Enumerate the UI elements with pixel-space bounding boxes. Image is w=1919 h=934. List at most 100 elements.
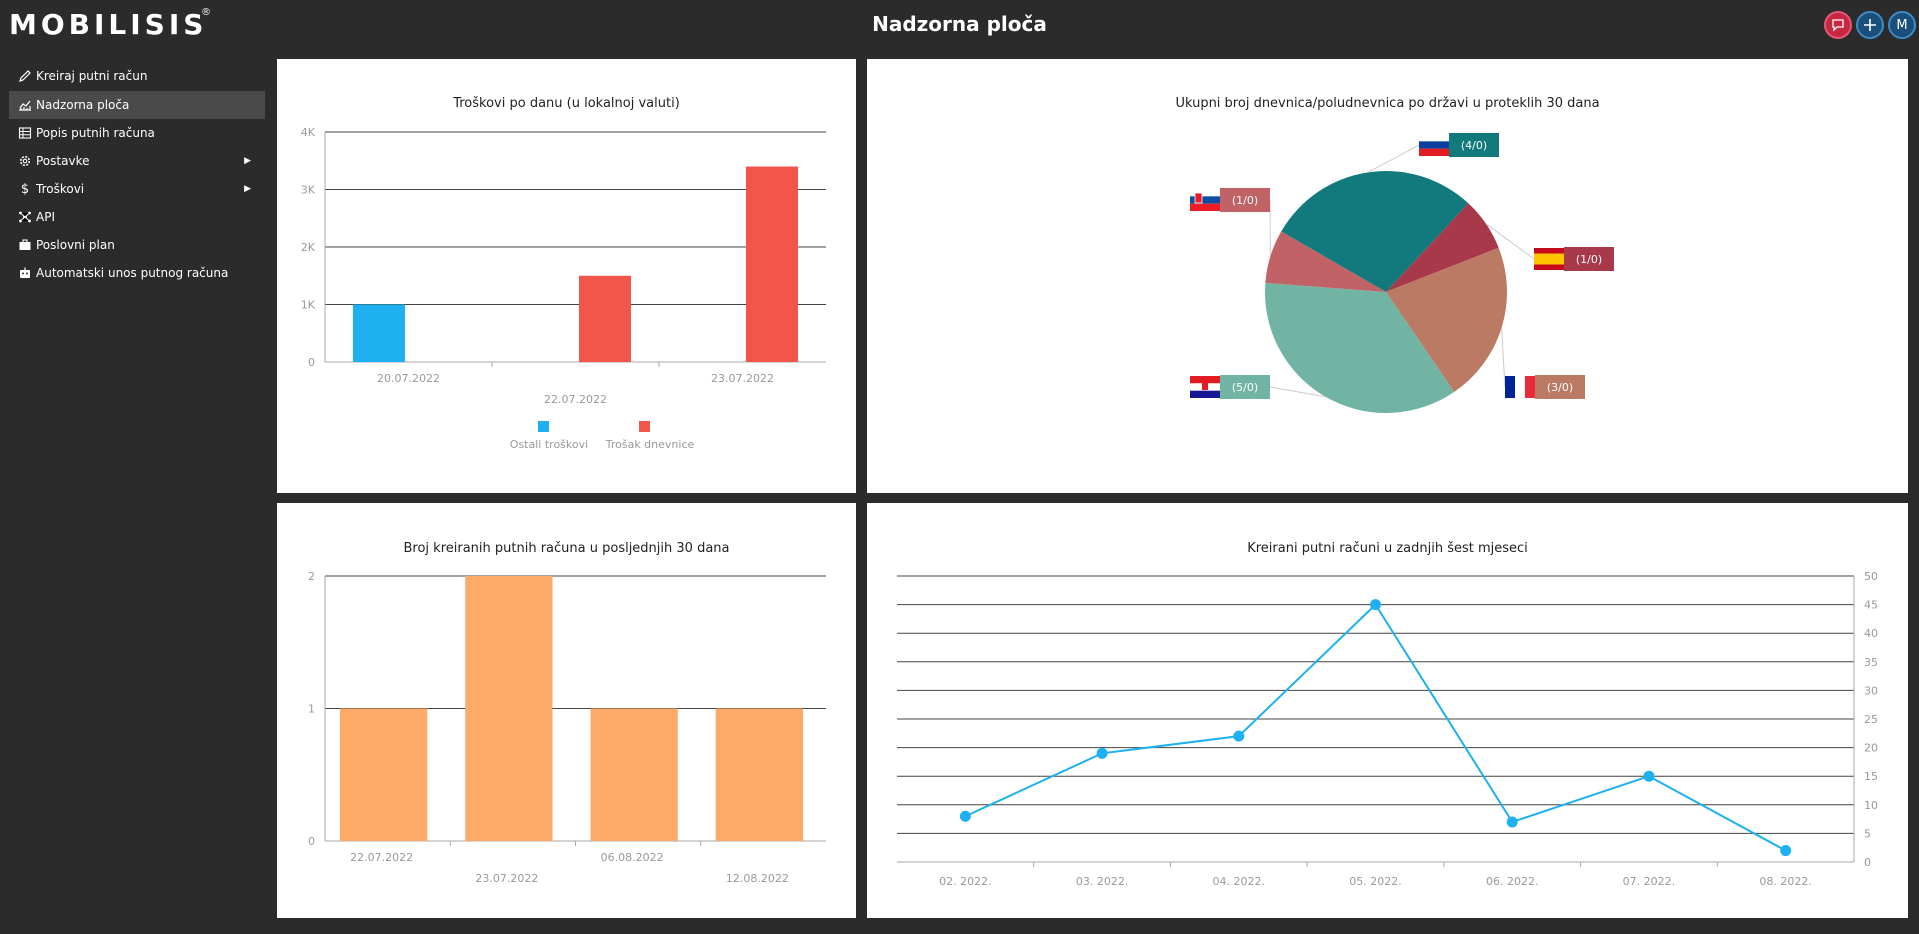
flag-croatia-icon [1202, 382, 1208, 390]
flag-slovenia-icon [1419, 141, 1449, 149]
flag-spain-icon [1534, 253, 1564, 265]
flag-slovakia-icon [1190, 196, 1220, 204]
x-tick-label: 03. 2022. [1076, 875, 1128, 888]
user-avatar-button[interactable]: M [1888, 11, 1916, 39]
x-tick-label: 06. 2022. [1486, 875, 1538, 888]
chevron-right-icon: ▶ [244, 156, 251, 166]
flag-france-icon [1505, 376, 1515, 398]
sidebar-item-label: Troškovi [36, 182, 85, 196]
y-tick-label: 25 [1864, 713, 1878, 726]
bar [579, 275, 631, 362]
bar [590, 708, 678, 841]
sidebar: Kreiraj putni račun Nadzorna ploča Popis… [0, 49, 265, 934]
x-tick-label: 02. 2022. [939, 875, 991, 888]
x-tick-label: 05. 2022. [1349, 875, 1401, 888]
sidebar-item-label: Poslovni plan [36, 238, 115, 252]
plus-icon [1864, 19, 1876, 31]
flag-croatia-icon [1190, 390, 1220, 398]
y-tick-label: 2 [308, 570, 315, 583]
created-orders-6-months-panel: Kreirani putni računi u zadnjih šest mje… [867, 503, 1908, 918]
pie-label: (1/0) [1576, 253, 1602, 266]
x-tick-label: 23.07.2022 [475, 872, 538, 885]
briefcase-icon [16, 238, 34, 252]
bar [340, 708, 428, 841]
y-tick-label: 35 [1864, 656, 1878, 669]
x-tick-label: 12.08.2022 [726, 872, 789, 885]
line-series [964, 603, 1787, 852]
y-tick-label: 50 [1864, 570, 1878, 583]
y-tick-label: 20 [1864, 742, 1878, 755]
pie-label: (4/0) [1461, 139, 1487, 152]
add-button[interactable] [1856, 11, 1884, 39]
sidebar-item-label: Popis putnih računa [36, 126, 155, 140]
sidebar-item-postavke[interactable]: Postavke ▶ [9, 147, 265, 175]
per-diems-pie-chart: (4/0) (1/0) (3/0) (5/0) (1/0) [1190, 133, 1614, 413]
x-tick-label: 06.08.2022 [601, 851, 664, 864]
gear-icon [16, 154, 34, 168]
y-tick-label: 10 [1864, 799, 1878, 812]
y-tick-label: 45 [1864, 599, 1878, 612]
sidebar-item-poslovni-plan[interactable]: Poslovni plan [9, 231, 265, 259]
bar [715, 708, 803, 841]
line-point [1780, 845, 1792, 857]
flag-slovenia-icon [1419, 148, 1449, 156]
flag-france-icon [1515, 376, 1525, 398]
page-title: Nadzorna ploča [872, 12, 1047, 36]
line-point [1233, 730, 1245, 742]
sidebar-item-label: Nadzorna ploča [36, 98, 130, 112]
sidebar-item-nadzorna[interactable]: Nadzorna ploča [9, 91, 265, 119]
legend-swatch [538, 421, 549, 432]
pie-label: (1/0) [1232, 194, 1258, 207]
sidebar-item-popis[interactable]: Popis putnih računa [9, 119, 265, 147]
y-tick-label: 0 [1864, 856, 1871, 869]
x-tick-label: 08. 2022. [1759, 875, 1811, 888]
chart-icon [16, 98, 34, 112]
created-orders-line-chart: 0 5 10 15 20 25 30 35 40 45 50 02. 2022. 03. 2022. 04… [897, 570, 1878, 888]
y-tick-label: 5 [1864, 827, 1871, 840]
pencil-icon [16, 69, 34, 83]
top-bar: MOBILISIS ® Nadzorna ploča M [0, 0, 1919, 49]
pie-label: (5/0) [1232, 381, 1258, 394]
x-tick-label: 04. 2022. [1213, 875, 1265, 888]
sidebar-item-label: Kreiraj putni račun [36, 69, 148, 83]
sidebar-item-kreiraj[interactable]: Kreiraj putni račun [9, 62, 265, 90]
flag-slovakia-icon [1190, 203, 1220, 211]
x-tick-label: 22.07.2022 [544, 393, 607, 406]
y-tick-label: 4K [301, 126, 316, 139]
flag-slovenia-icon [1419, 134, 1449, 142]
legend-swatch [639, 421, 650, 432]
y-tick-label: 30 [1864, 684, 1878, 697]
y-tick-label: 2K [301, 241, 316, 254]
y-tick-label: 0 [308, 835, 315, 848]
bar [353, 304, 405, 362]
y-tick-label: 1 [308, 703, 315, 716]
legend-label: Ostali troškovi [510, 438, 588, 451]
costs-per-day-panel: Troškovi po danu (u lokalnoj valuti) 0 1K… [277, 59, 856, 493]
x-tick-label: 07. 2022. [1623, 875, 1675, 888]
created-orders-bar-chart: 0 1 2 22.07.2022 23.07.2022 06.08.2022 12.08.2… [308, 570, 826, 885]
api-icon [16, 210, 34, 224]
created-orders-30-days-panel: Broj kreiranih putnih računa u posljednj… [277, 503, 856, 918]
x-tick-label: 20.07.2022 [377, 372, 440, 385]
sidebar-item-label: API [36, 210, 55, 224]
sidebar-item-automatski-unos[interactable]: Automatski unos putnog računa [9, 259, 265, 287]
bar [746, 166, 798, 362]
y-tick-label: 40 [1864, 627, 1878, 640]
line-point [959, 810, 971, 822]
flag-france-icon [1525, 376, 1535, 398]
sidebar-item-api[interactable]: API [9, 203, 265, 231]
chat-button[interactable] [1824, 11, 1852, 39]
bar [465, 576, 553, 841]
per-diems-by-country-panel: Ukupni broj dnevnica/poludnevnica po drž… [867, 59, 1908, 493]
pie-leader-line [1501, 327, 1506, 388]
y-tick-label: 1K [301, 299, 316, 312]
robot-icon [16, 266, 34, 280]
y-tick-label: 3K [301, 184, 316, 197]
chat-icon [1832, 19, 1844, 32]
flag-slovakia-icon [1194, 192, 1203, 204]
line-point [1370, 599, 1381, 611]
user-initial: M [1896, 17, 1908, 33]
y-tick-label: 15 [1864, 770, 1878, 783]
pie-label: (3/0) [1547, 381, 1573, 394]
sidebar-item-troskovi[interactable]: $ Troškovi ▶ [9, 175, 265, 203]
